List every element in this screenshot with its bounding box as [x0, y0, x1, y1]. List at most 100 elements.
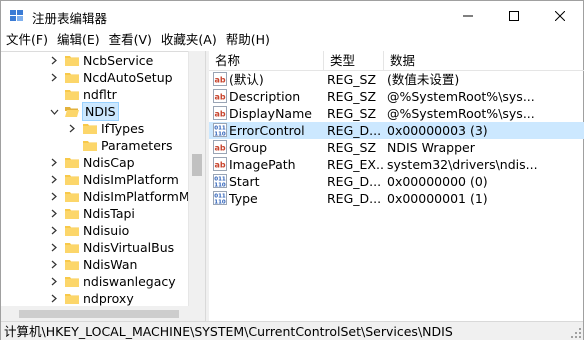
menu-help[interactable]: 帮助(H): [221, 31, 274, 51]
chevron-right-icon[interactable]: [49, 171, 59, 188]
column-header-data[interactable]: 数据: [383, 51, 584, 71]
value-row-selected[interactable]: 011 110 ErrorControl REG_D... 0x00000003 …: [209, 122, 584, 139]
chevron-right-icon[interactable]: [49, 69, 59, 86]
folder-icon: [65, 260, 79, 270]
tree-item[interactable]: NcdAutoSetup: [49, 69, 173, 86]
chevron-right-icon[interactable]: [49, 52, 59, 69]
value-name: DisplayName: [229, 106, 312, 121]
tree-item-label: NDIS: [82, 102, 119, 121]
tree-item-label: Ndisuio: [83, 223, 130, 238]
tree-item[interactable]: ndproxy: [49, 290, 134, 306]
maximize-button[interactable]: [491, 1, 537, 31]
tree-horizontal-scrollbar[interactable]: [1, 306, 205, 321]
chevron-down-icon[interactable]: [49, 103, 59, 120]
tree-item[interactable]: ndfltr: [49, 86, 117, 103]
folder-icon: [65, 243, 79, 253]
folder-icon: [65, 294, 79, 304]
menu-view[interactable]: 查看(V): [104, 31, 156, 51]
menu-file[interactable]: 文件(F): [1, 31, 52, 51]
tree-item-selected[interactable]: NDIS: [49, 102, 119, 121]
tree-item[interactable]: NdisTapi: [49, 205, 135, 222]
column-header-type[interactable]: 类型: [323, 51, 383, 71]
value-name: Start: [229, 174, 260, 189]
value-row[interactable]: 011 110 Type REG_D... 0x00000001 (1): [209, 190, 584, 207]
value-data: @%SystemRoot%\sys...: [387, 106, 535, 121]
value-type: REG_SZ: [327, 140, 377, 155]
value-list[interactable]: 名称 类型 数据 ab (默认) REG_SZ (数值未设置) ab Descr…: [209, 51, 584, 321]
svg-text:ab: ab: [214, 76, 225, 85]
tree-vertical-scroll-thumb[interactable]: [192, 154, 202, 176]
value-type: REG_SZ: [327, 89, 377, 104]
chevron-right-icon[interactable]: [49, 205, 59, 222]
minimize-icon: [463, 15, 473, 17]
menu-favorites[interactable]: 收藏夹(A): [156, 31, 221, 51]
menu-bar: 文件(F) 编辑(E) 查看(V) 收藏夹(A) 帮助(H): [1, 31, 583, 51]
tree-item[interactable]: NdisCap: [49, 154, 135, 171]
menu-edit[interactable]: 编辑(E): [52, 31, 104, 51]
tree-item-label: ndfltr: [83, 87, 117, 102]
close-button[interactable]: [537, 1, 583, 31]
chevron-right-icon[interactable]: [49, 222, 59, 239]
tree-item[interactable]: NdisImPlatformMp: [49, 188, 191, 205]
value-data: (数值未设置): [387, 72, 460, 87]
tree-item[interactable]: NdisWan: [49, 256, 137, 273]
string-value-icon: ab: [213, 140, 227, 154]
tree-item-label: NdisVirtualBus: [83, 240, 175, 255]
value-data: system32\drivers\ndis...: [387, 157, 538, 172]
value-row[interactable]: ab Group REG_SZ NDIS Wrapper: [209, 139, 584, 156]
tree-item-label: Parameters: [101, 138, 173, 153]
chevron-right-icon[interactable]: [49, 154, 59, 171]
title-bar[interactable]: 注册表编辑器: [1, 1, 583, 31]
minimize-button[interactable]: [445, 1, 491, 31]
value-data: @%SystemRoot%\sys...: [387, 89, 535, 104]
tree-item-label: NcbService: [83, 53, 154, 68]
tree-item-label: NdisImPlatform: [83, 172, 179, 187]
value-row[interactable]: 011 110 Start REG_D... 0x00000000 (0): [209, 173, 584, 190]
string-value-icon: ab: [213, 106, 227, 120]
chevron-right-icon[interactable]: [49, 273, 59, 290]
resize-grip-icon[interactable]: [571, 328, 581, 338]
key-tree[interactable]: NcbService NcdAutoSetup ndfltr NDIS IfTy…: [1, 51, 191, 306]
tree-item[interactable]: NcbService: [49, 52, 153, 69]
svg-text:110: 110: [214, 199, 226, 205]
value-name: ErrorControl: [229, 123, 305, 138]
chevron-right-icon[interactable]: [67, 120, 77, 137]
tree-item[interactable]: IfTypes: [67, 120, 144, 137]
tree-vertical-scrollbar[interactable]: [188, 51, 205, 306]
regedit-app-icon: [10, 10, 23, 21]
value-type: REG_SZ: [327, 72, 377, 87]
value-row[interactable]: ab Description REG_SZ @%SystemRoot%\sys.…: [209, 88, 584, 105]
chevron-right-icon[interactable]: [49, 188, 59, 205]
tree-item[interactable]: NdisImPlatform: [49, 171, 179, 188]
chevron-right-icon[interactable]: [49, 239, 59, 256]
chevron-right-icon[interactable]: [49, 290, 59, 306]
folder-icon: [65, 56, 79, 66]
column-header-name[interactable]: 名称: [209, 51, 323, 71]
chevron-right-icon[interactable]: [49, 256, 59, 273]
current-key-path: 计算机\HKEY_LOCAL_MACHINE\SYSTEM\CurrentCon…: [4, 324, 453, 339]
svg-text:110: 110: [214, 182, 226, 188]
string-value-icon: ab: [213, 89, 227, 103]
tree-item-label: NdisWan: [83, 257, 138, 272]
tree-item-label: NdisImPlatformMp: [83, 189, 191, 204]
value-data: 0x00000001 (1): [387, 191, 488, 206]
folder-open-icon: [65, 107, 79, 117]
value-data: NDIS Wrapper: [387, 140, 475, 155]
tree-horizontal-scroll-thumb[interactable]: [19, 310, 179, 318]
value-type: REG_EX...: [327, 157, 384, 172]
value-type: REG_SZ: [327, 106, 377, 121]
folder-icon: [65, 90, 79, 100]
tree-item[interactable]: ndiswanlegacy: [49, 273, 176, 290]
value-type: REG_D...: [327, 123, 382, 138]
value-row[interactable]: ab DisplayName REG_SZ @%SystemRoot%\sys.…: [209, 105, 584, 122]
tree-item-label: ndproxy: [83, 291, 134, 306]
tree-item[interactable]: Parameters: [67, 137, 173, 154]
window-title: 注册表编辑器: [32, 11, 108, 26]
tree-item[interactable]: NdisVirtualBus: [49, 239, 174, 256]
string-value-icon: ab: [213, 72, 227, 86]
value-row[interactable]: ab (默认) REG_SZ (数值未设置): [209, 71, 584, 88]
tree-item[interactable]: Ndisuio: [49, 222, 129, 239]
value-name: (默认): [229, 72, 264, 87]
value-row[interactable]: ab ImagePath REG_EX... system32\drivers\…: [209, 156, 584, 173]
binary-value-icon: 011110: [213, 123, 227, 137]
